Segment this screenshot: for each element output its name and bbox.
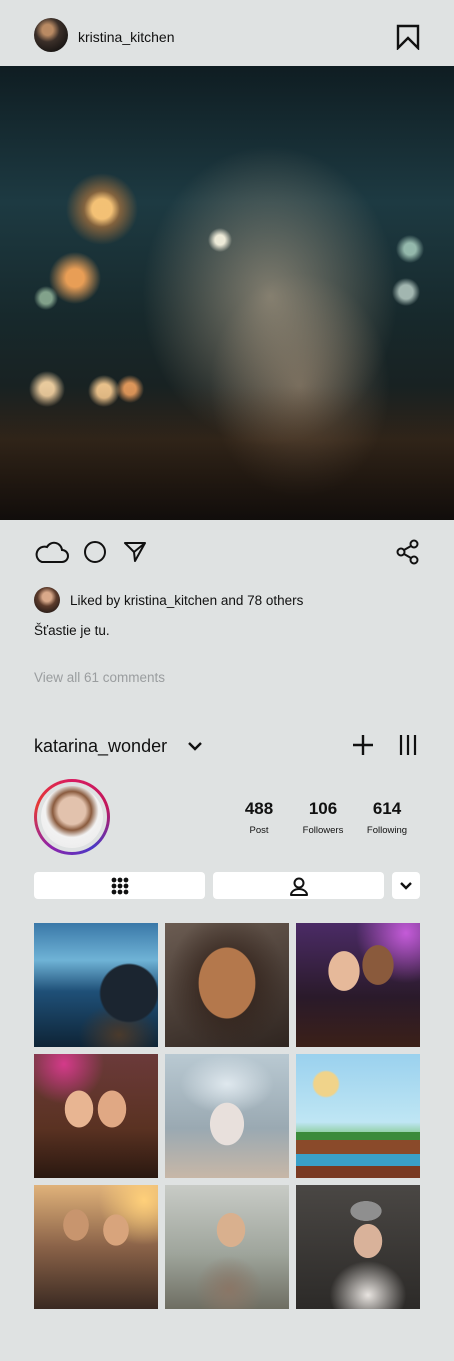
person-icon: [290, 877, 308, 896]
profile-username[interactable]: katarina_wonder: [34, 736, 167, 757]
chevron-down-icon: [400, 882, 412, 890]
post-image-shading: [0, 386, 454, 520]
view-comments-link[interactable]: View all 61 comments: [34, 670, 165, 685]
story-ring-gap: [37, 782, 107, 852]
stat-posts-value: 488: [244, 799, 274, 818]
stat-followers-label: Followers: [302, 825, 344, 836]
grid-thumb-smiling-woman[interactable]: [165, 923, 289, 1047]
cloud-icon[interactable]: [34, 540, 70, 564]
stat-following-label: Following: [366, 825, 408, 836]
post-author-username[interactable]: kristina_kitchen: [78, 29, 175, 45]
post-image[interactable]: [0, 66, 454, 520]
stat-posts-label: Post: [249, 825, 269, 836]
plus-icon[interactable]: [351, 733, 375, 757]
grid-thumb-gamer[interactable]: [34, 923, 158, 1047]
grid-icon: [111, 877, 129, 895]
grid-thumb-girl-beanie[interactable]: [296, 1185, 420, 1309]
circle-icon[interactable]: [83, 540, 107, 564]
stat-posts[interactable]: 488 Post: [223, 799, 295, 836]
stat-followers[interactable]: 106 Followers: [287, 799, 359, 836]
chevron-down-icon[interactable]: [186, 738, 204, 754]
stat-following[interactable]: 614 Following: [351, 799, 423, 836]
stat-followers-value: 106: [308, 799, 338, 818]
tab-tagged[interactable]: [213, 872, 384, 899]
share-icon[interactable]: [396, 539, 420, 565]
post-author-avatar[interactable]: [34, 18, 68, 52]
grid-thumb-girls-selfie[interactable]: [34, 1054, 158, 1178]
profile-avatar[interactable]: [41, 786, 103, 848]
bookmark-icon[interactable]: [396, 24, 420, 50]
grid-thumb-friends-party[interactable]: [296, 923, 420, 1047]
grid-thumb-couple-sunset[interactable]: [34, 1185, 158, 1309]
more-options-button[interactable]: [392, 872, 420, 899]
tab-grid[interactable]: [34, 872, 205, 899]
grid-thumb-floral-makeup[interactable]: [165, 1054, 289, 1178]
menu-icon[interactable]: [398, 733, 418, 757]
send-icon[interactable]: [123, 540, 147, 564]
likes-text[interactable]: Liked by kristina_kitchen and 78 others: [70, 593, 303, 608]
stat-following-value: 614: [372, 799, 402, 818]
liker-avatar[interactable]: [34, 587, 60, 613]
grid-thumb-boy-selfie[interactable]: [165, 1185, 289, 1309]
grid-thumb-platform-game[interactable]: [296, 1054, 420, 1178]
post-caption: Šťastie je tu.: [34, 623, 110, 638]
profile-story-ring[interactable]: [34, 779, 110, 855]
